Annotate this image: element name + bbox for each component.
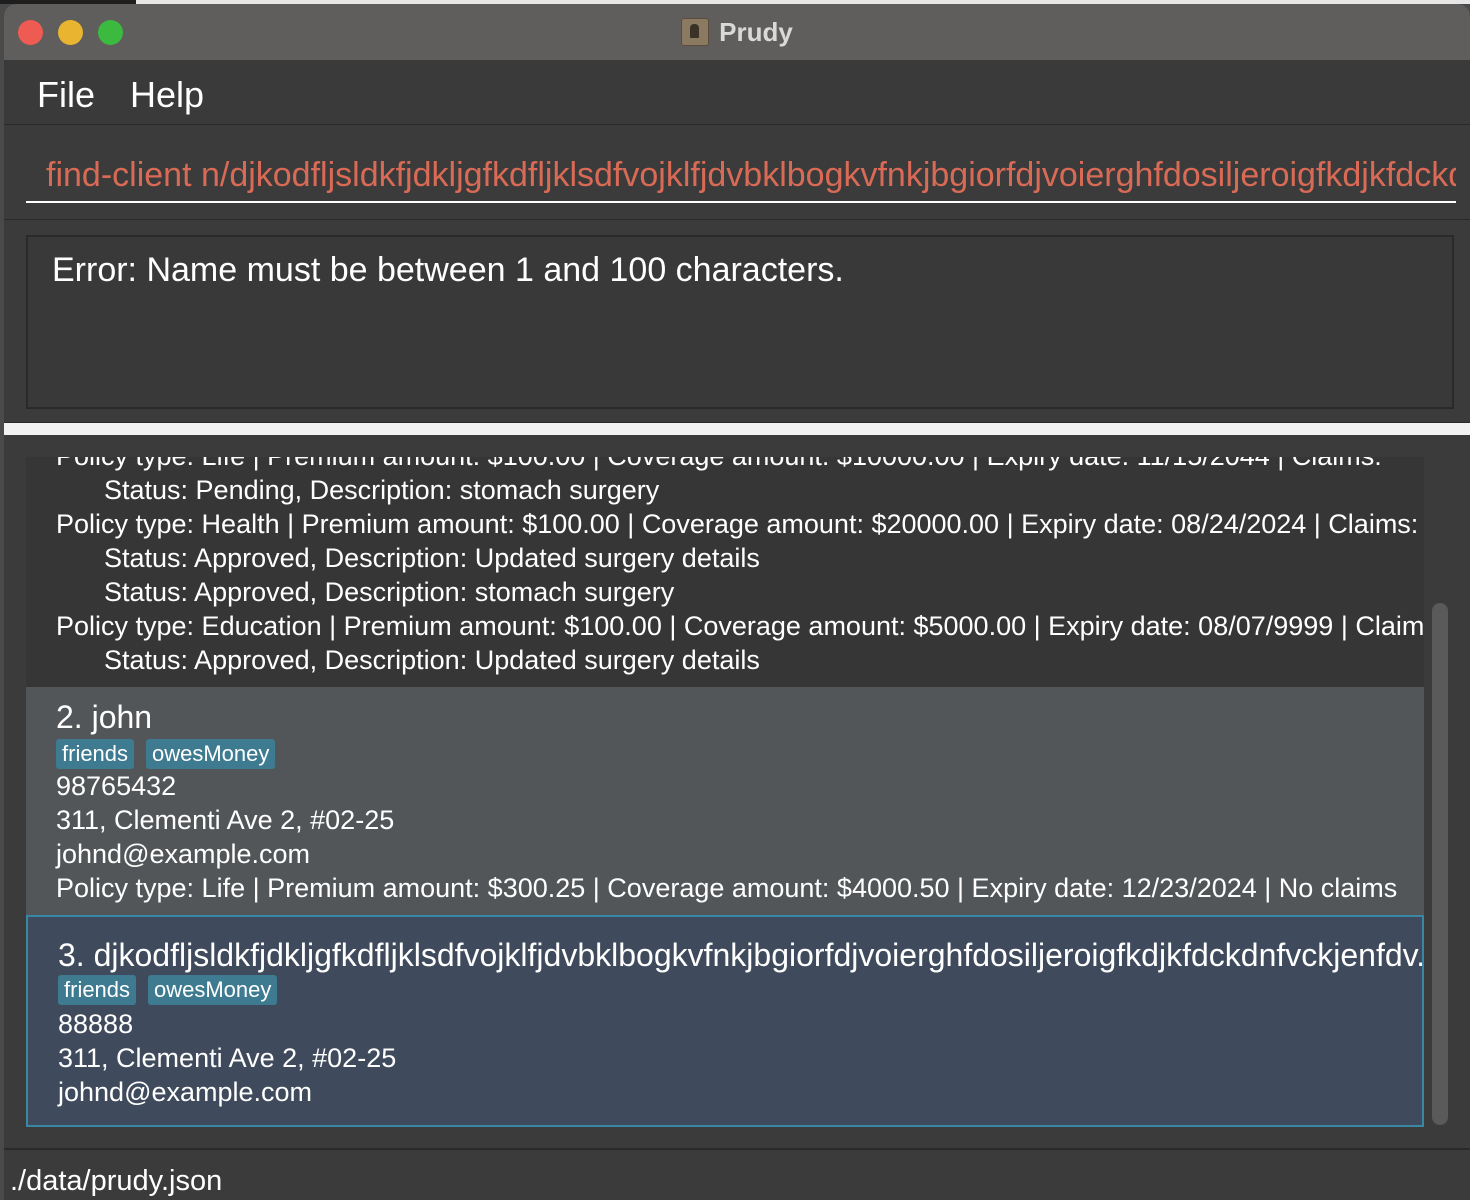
window-title: Prudy bbox=[719, 17, 793, 47]
title-bar: Prudy bbox=[4, 4, 1470, 61]
split-pane-divider[interactable] bbox=[4, 423, 1470, 435]
claim-line: Status: Approved, Description: stomach s… bbox=[104, 577, 675, 607]
client-list: Policy type: Life | Premium amount: $100… bbox=[26, 457, 1424, 1133]
claim-line: Status: Approved, Description: Updated s… bbox=[104, 543, 760, 573]
claim-line: Status: Pending, Description: stomach su… bbox=[104, 475, 660, 505]
policy-line: Policy type: Life | Premium amount: $300… bbox=[56, 873, 1398, 903]
client-card[interactable]: Policy type: Life | Premium amount: $100… bbox=[26, 457, 1424, 687]
policy-line: Policy type: Health | Premium amount: $1… bbox=[56, 509, 1419, 539]
tag-badge: friends bbox=[58, 975, 137, 1005]
menu-bar: File Help bbox=[4, 61, 1470, 125]
tag-badge: friends bbox=[56, 739, 135, 769]
client-name: 2. john bbox=[56, 699, 153, 735]
result-display: Error: Name must be between 1 and 100 ch… bbox=[26, 235, 1454, 409]
tag-badge: owesMoney bbox=[146, 739, 276, 769]
client-phone: 88888 bbox=[58, 1009, 134, 1039]
client-email: johnd@example.com bbox=[56, 839, 311, 869]
client-card[interactable]: 2. john friends owesMoney 98765432 311, … bbox=[26, 687, 1424, 915]
client-address: 311, Clementi Ave 2, #02-25 bbox=[56, 805, 395, 835]
command-box-area: find-client n/djkodfljsldkfjdkljgfkdfljk… bbox=[4, 125, 1470, 220]
status-bar: ./data/prudy.json bbox=[4, 1149, 1470, 1200]
result-display-area: Error: Name must be between 1 and 100 ch… bbox=[4, 220, 1470, 422]
client-address: 311, Clementi Ave 2, #02-25 bbox=[58, 1043, 397, 1073]
list-scrollbar[interactable] bbox=[1432, 603, 1448, 1125]
policy-line: Policy type: Life | Premium amount: $100… bbox=[56, 457, 1382, 472]
menu-help[interactable]: Help bbox=[130, 74, 204, 116]
app-icon bbox=[681, 18, 710, 46]
client-phone: 98765432 bbox=[56, 771, 177, 801]
result-message: Error: Name must be between 1 and 100 ch… bbox=[52, 251, 844, 289]
command-input[interactable]: find-client n/djkodfljsldkfjdkljgfkdfljk… bbox=[26, 149, 1456, 203]
client-email: johnd@example.com bbox=[58, 1077, 313, 1107]
policy-line: Policy type: Education | Premium amount:… bbox=[56, 611, 1424, 641]
client-card-selected[interactable]: 3. djkodfljsldkfjdkljgfkdfljklsdfvojklfj… bbox=[26, 915, 1424, 1127]
claim-line: Status: Approved, Description: Updated s… bbox=[104, 645, 760, 675]
tag-badge: owesMoney bbox=[148, 975, 278, 1005]
client-list-panel: Policy type: Life | Premium amount: $100… bbox=[4, 435, 1470, 1148]
app-window: Prudy File Help find-client n/djkodfljsl… bbox=[4, 4, 1470, 1200]
menu-file[interactable]: File bbox=[37, 74, 95, 116]
data-file-path: ./data/prudy.json bbox=[10, 1165, 223, 1197]
client-name: 3. djkodfljsldkfjdkljgfkdfljklsdfvojklfj… bbox=[58, 937, 1424, 973]
